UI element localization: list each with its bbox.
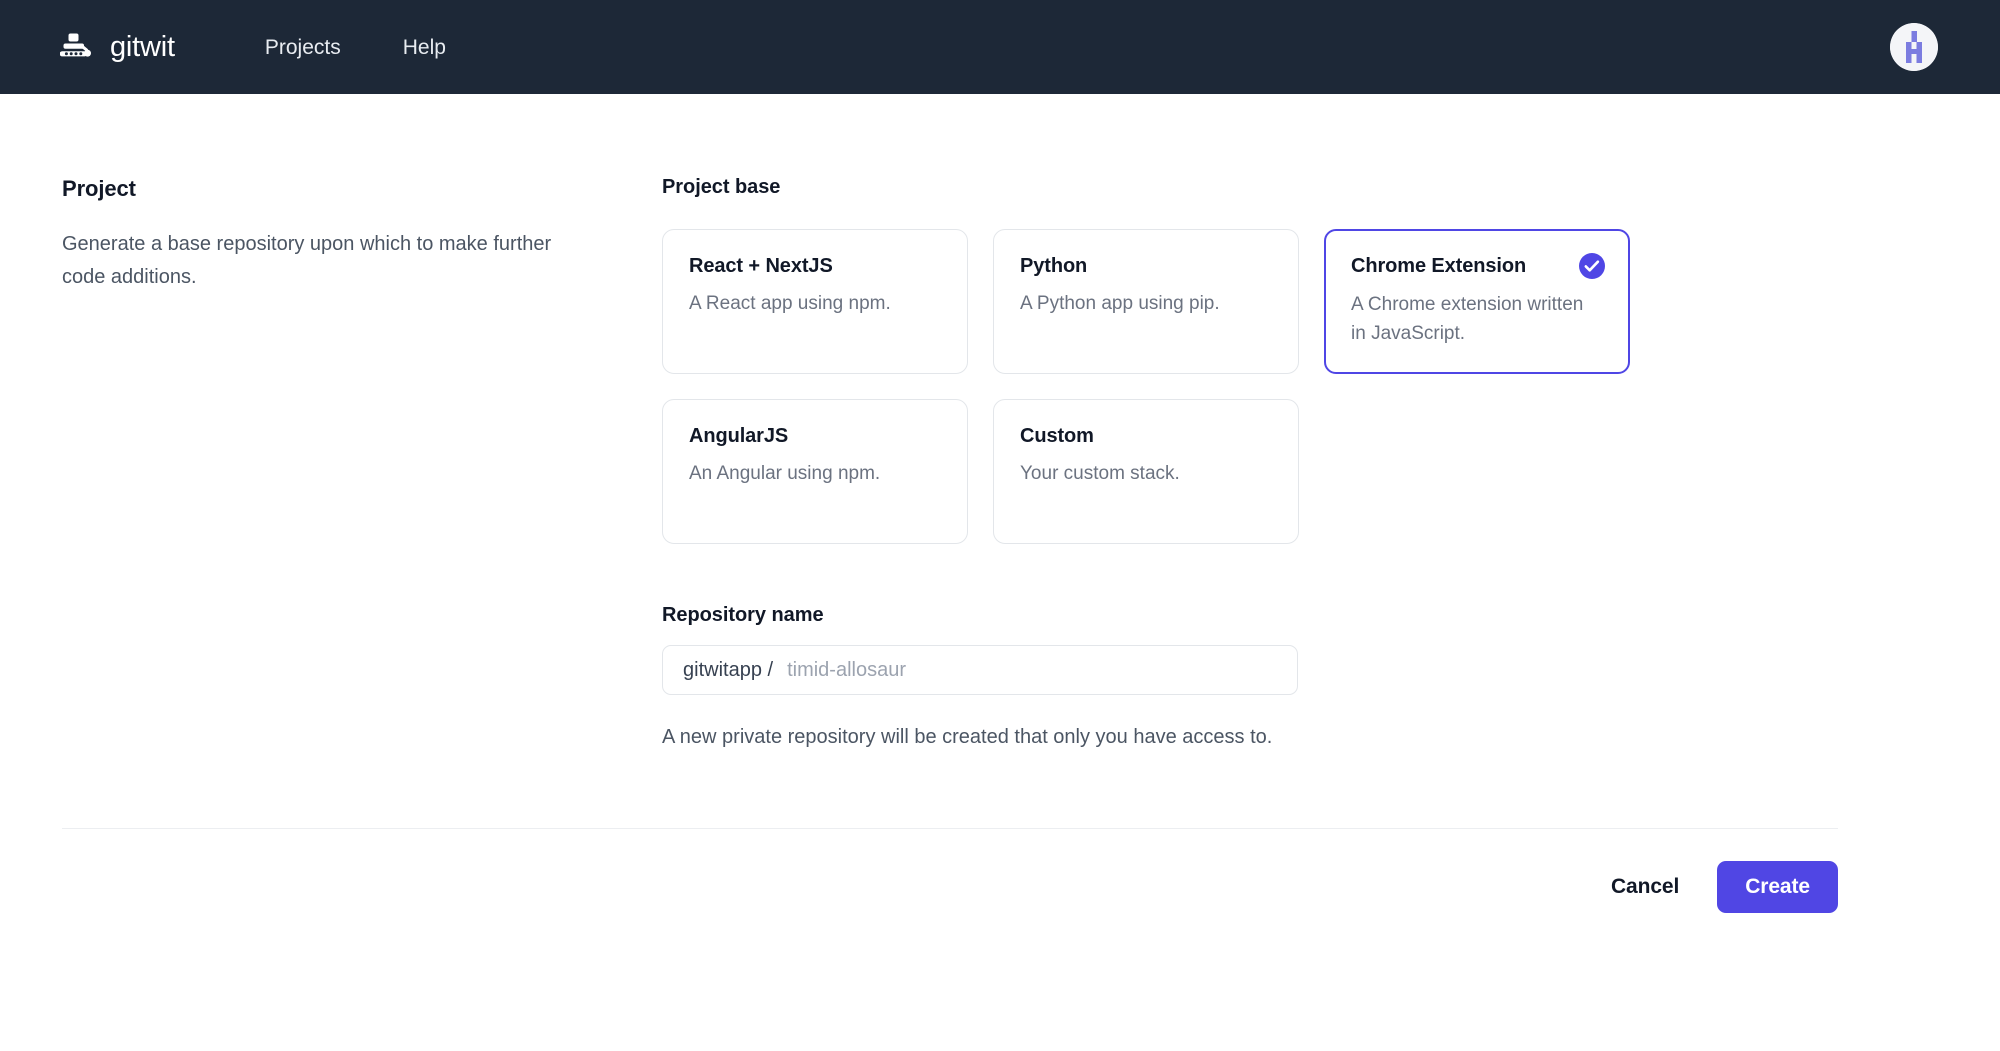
project-form-column: Project base React + NextJS A React app … [662, 176, 1938, 754]
card-title: AngularJS [689, 424, 788, 448]
nav-link-help[interactable]: Help [403, 37, 446, 58]
card-title: React + NextJS [689, 254, 833, 278]
footer-divider [62, 828, 1838, 829]
card-description: An Angular using npm. [689, 460, 939, 489]
card-header: Python [1020, 254, 1274, 278]
page-title: Project [62, 176, 662, 202]
card-title: Custom [1020, 424, 1094, 448]
brand-logo[interactable]: gitwit [60, 32, 175, 62]
project-base-card-custom[interactable]: Custom Your custom stack. [993, 399, 1299, 544]
main-nav: Projects Help [265, 37, 446, 58]
check-circle-icon [1579, 253, 1605, 279]
project-base-card-python[interactable]: Python A Python app using pip. [993, 229, 1299, 374]
repository-name-block: Repository name gitwitapp / A new privat… [662, 604, 1938, 754]
project-base-card-react-nextjs[interactable]: React + NextJS A React app using npm. [662, 229, 968, 374]
bulldozer-icon [60, 32, 94, 62]
page-description: Generate a base repository upon which to… [62, 228, 592, 294]
card-header: Custom [1020, 424, 1274, 448]
nav-link-projects[interactable]: Projects [265, 37, 341, 58]
project-info-column: Project Generate a base repository upon … [62, 176, 662, 754]
project-base-card-angularjs[interactable]: AngularJS An Angular using npm. [662, 399, 968, 544]
card-description: A Python app using pip. [1020, 290, 1270, 319]
repository-name-input-wrapper[interactable]: gitwitapp / [662, 645, 1298, 695]
card-description: A React app using npm. [689, 290, 939, 319]
project-base-options: React + NextJS A React app using npm. Py… [662, 229, 1632, 544]
card-header: Chrome Extension [1351, 254, 1605, 279]
project-base-card-chrome-extension[interactable]: Chrome Extension A Chrome extension writ… [1324, 229, 1630, 374]
card-title: Python [1020, 254, 1087, 278]
page-body: Project Generate a base repository upon … [0, 94, 2000, 913]
cancel-button[interactable]: Cancel [1605, 865, 1685, 909]
user-avatar-identicon-icon [1890, 23, 1938, 71]
avatar[interactable] [1890, 23, 1938, 71]
repository-help-text: A new private repository will be created… [662, 721, 1282, 754]
card-title: Chrome Extension [1351, 254, 1526, 278]
repository-name-label: Repository name [662, 604, 1938, 627]
brand-name: gitwit [110, 33, 175, 62]
create-button[interactable]: Create [1717, 861, 1838, 913]
card-header: React + NextJS [689, 254, 943, 278]
card-description: A Chrome extension written in JavaScript… [1351, 291, 1601, 348]
footer-actions: Cancel Create [62, 861, 1838, 913]
repository-owner-prefix: gitwitapp / [683, 659, 773, 682]
card-description: Your custom stack. [1020, 460, 1270, 489]
content-row: Project Generate a base repository upon … [62, 94, 1938, 754]
repository-name-input[interactable] [787, 659, 1277, 682]
project-base-label: Project base [662, 176, 1938, 199]
top-navigation-bar: gitwit Projects Help [0, 0, 2000, 94]
card-header: AngularJS [689, 424, 943, 448]
